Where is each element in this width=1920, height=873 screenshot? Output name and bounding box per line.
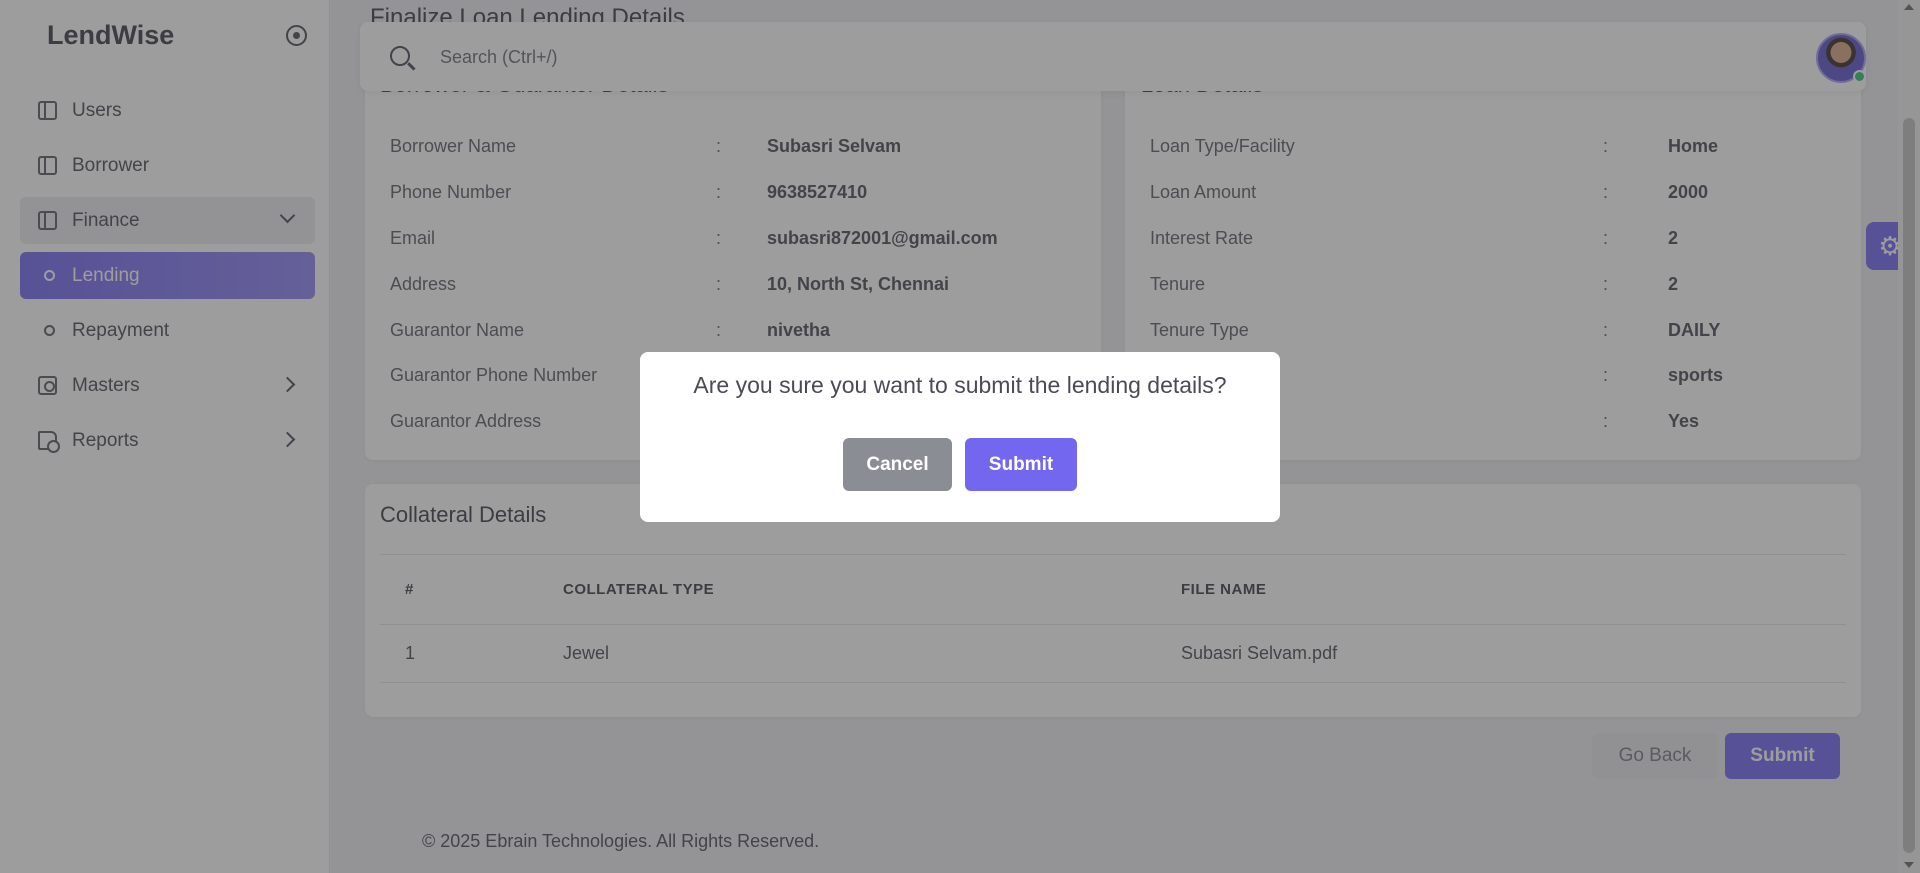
cancel-button[interactable]: Cancel [843, 438, 952, 491]
confirm-dialog: Are you sure you want to submit the lend… [640, 352, 1280, 522]
dialog-message: Are you sure you want to submit the lend… [693, 372, 1227, 398]
confirm-submit-button[interactable]: Submit [965, 438, 1077, 491]
